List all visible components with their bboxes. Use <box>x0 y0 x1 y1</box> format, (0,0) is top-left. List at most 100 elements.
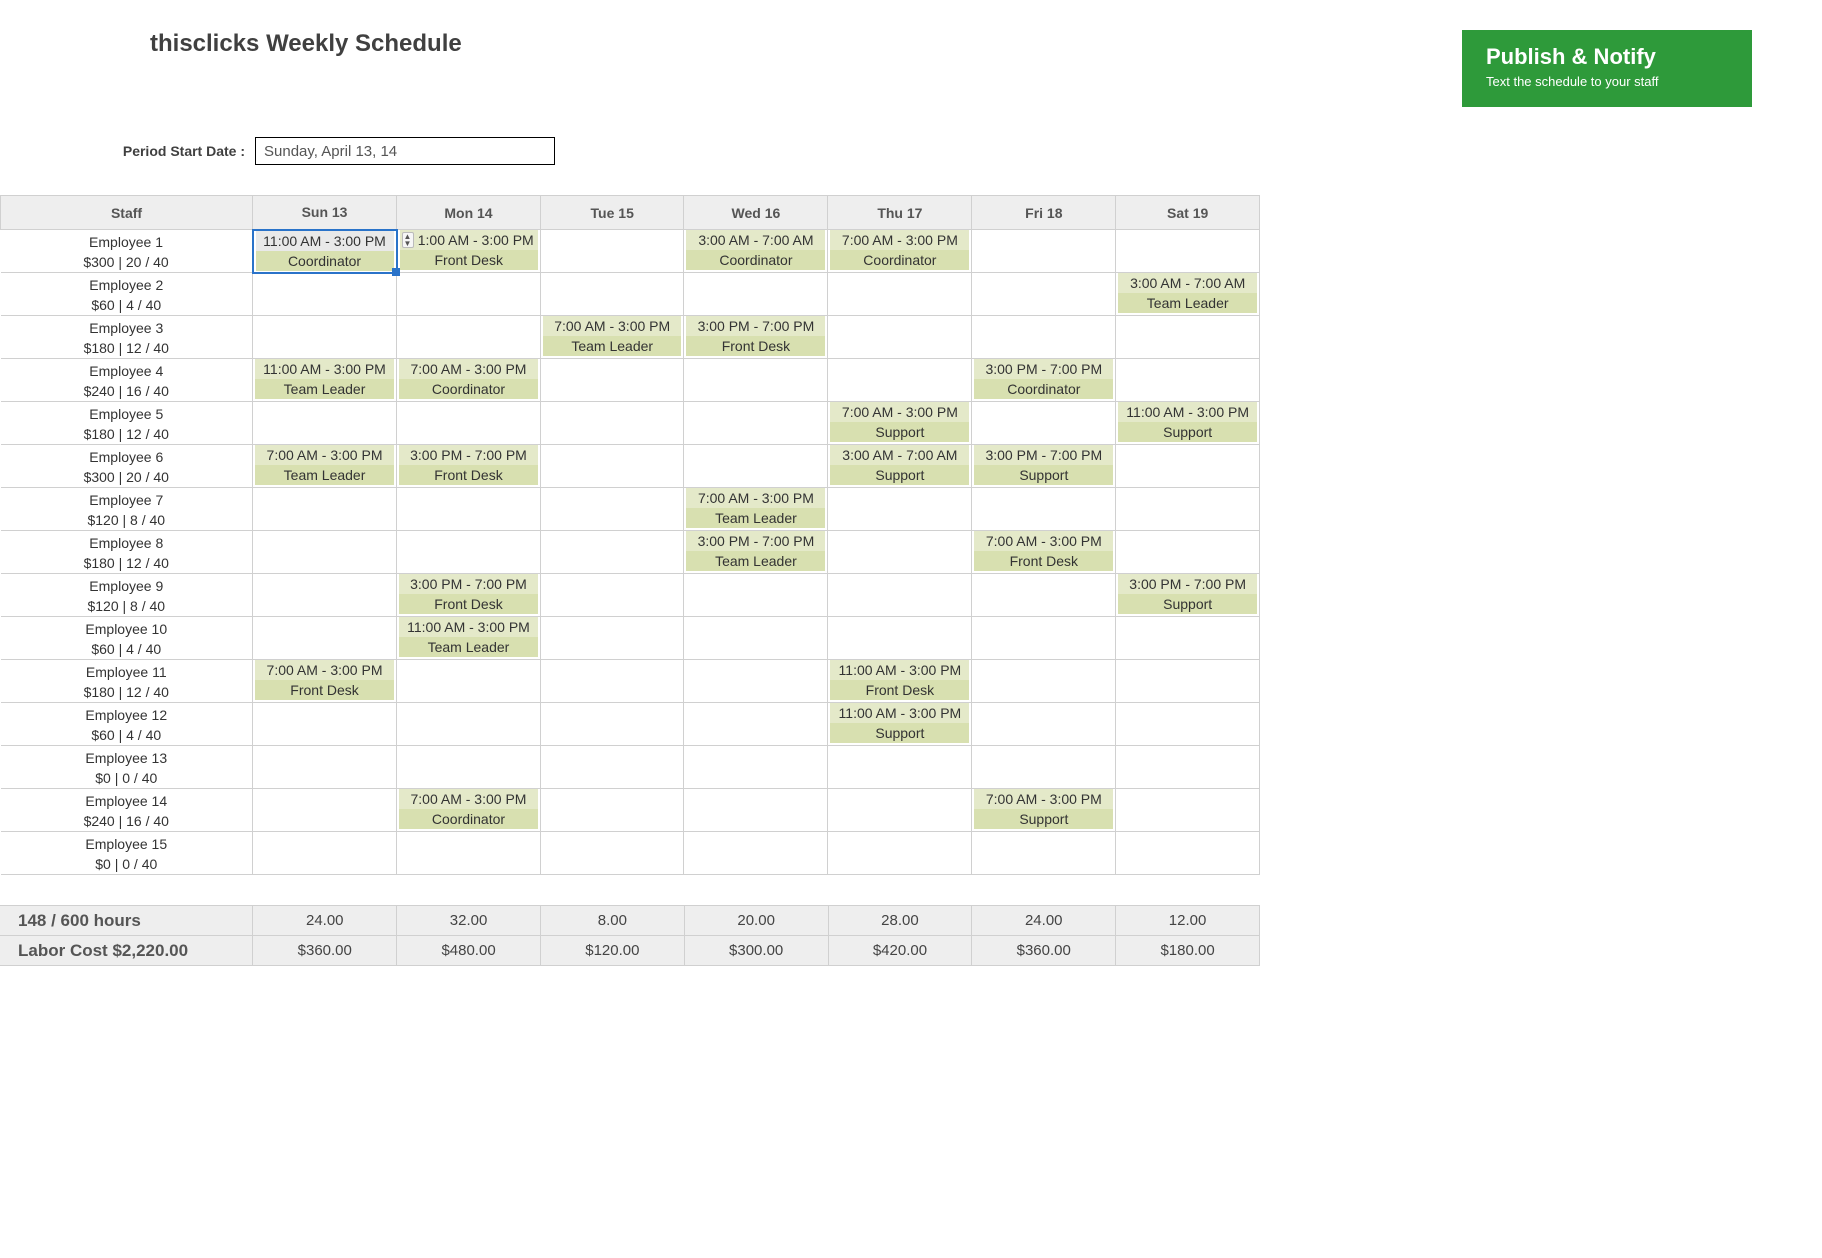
shift-cell-tue[interactable] <box>540 402 684 445</box>
shift-cell-thu[interactable] <box>828 832 972 875</box>
shift-cell-sat[interactable] <box>1116 617 1260 660</box>
shift-cell-mon[interactable] <box>397 273 541 316</box>
shift-cell-mon[interactable]: 3:00 PM - 7:00 PMFront Desk <box>397 574 541 617</box>
shift-cell-tue[interactable] <box>540 617 684 660</box>
stepper-icon[interactable] <box>402 232 414 248</box>
shift-cell-tue[interactable] <box>540 789 684 832</box>
shift-cell-sat[interactable] <box>1116 660 1260 703</box>
shift-cell-sun[interactable] <box>253 488 397 531</box>
shift-cell-tue[interactable] <box>540 660 684 703</box>
shift-cell-sat[interactable]: 3:00 PM - 7:00 PMSupport <box>1116 574 1260 617</box>
shift-cell-mon[interactable] <box>397 531 541 574</box>
shift-cell-tue[interactable] <box>540 574 684 617</box>
shift-cell-thu[interactable] <box>828 574 972 617</box>
shift-cell-sun[interactable] <box>253 402 397 445</box>
shift-cell-sat[interactable]: 11:00 AM - 3:00 PMSupport <box>1116 402 1260 445</box>
shift-cell-mon[interactable] <box>397 316 541 359</box>
shift-cell-tue[interactable] <box>540 445 684 488</box>
shift-cell-wed[interactable]: 3:00 PM - 7:00 PMFront Desk <box>684 316 828 359</box>
shift-cell-fri[interactable]: 3:00 PM - 7:00 PMCoordinator <box>972 359 1116 402</box>
shift-cell-fri[interactable] <box>972 832 1116 875</box>
shift-cell-wed[interactable] <box>684 617 828 660</box>
shift-cell-wed[interactable] <box>684 746 828 789</box>
shift-cell-sat[interactable]: 3:00 AM - 7:00 AMTeam Leader <box>1116 273 1260 316</box>
shift-cell-fri[interactable] <box>972 703 1116 746</box>
shift-cell-mon[interactable] <box>397 660 541 703</box>
shift-cell-wed[interactable] <box>684 832 828 875</box>
shift-cell-thu[interactable]: 7:00 AM - 3:00 PMSupport <box>828 402 972 445</box>
shift-cell-sat[interactable] <box>1116 746 1260 789</box>
shift-cell-fri[interactable] <box>972 617 1116 660</box>
shift-cell-thu[interactable]: 3:00 AM - 7:00 AMSupport <box>828 445 972 488</box>
shift-cell-fri[interactable] <box>972 230 1116 273</box>
shift-cell-tue[interactable] <box>540 359 684 402</box>
shift-cell-mon[interactable] <box>397 832 541 875</box>
shift-cell-mon[interactable] <box>397 402 541 445</box>
shift-cell-sun[interactable]: 11:00 AM - 3:00 PMCoordinator <box>253 230 397 273</box>
shift-cell-sat[interactable] <box>1116 488 1260 531</box>
shift-cell-sun[interactable] <box>253 531 397 574</box>
shift-cell-mon[interactable]: 7:00 AM - 3:00 PMCoordinator <box>397 789 541 832</box>
shift-cell-thu[interactable] <box>828 746 972 789</box>
shift-cell-fri[interactable] <box>972 273 1116 316</box>
shift-cell-fri[interactable]: 7:00 AM - 3:00 PMSupport <box>972 789 1116 832</box>
shift-cell-wed[interactable] <box>684 789 828 832</box>
shift-cell-sun[interactable] <box>253 832 397 875</box>
shift-cell-sun[interactable] <box>253 789 397 832</box>
shift-cell-wed[interactable]: 3:00 PM - 7:00 PMTeam Leader <box>684 531 828 574</box>
shift-cell-sat[interactable] <box>1116 316 1260 359</box>
shift-cell-tue[interactable] <box>540 531 684 574</box>
period-start-input[interactable] <box>255 137 555 165</box>
shift-cell-mon[interactable]: 1:00 AM - 3:00 PMFront Desk <box>397 230 541 273</box>
shift-cell-sun[interactable] <box>253 316 397 359</box>
shift-cell-mon[interactable] <box>397 488 541 531</box>
shift-cell-fri[interactable] <box>972 660 1116 703</box>
shift-cell-tue[interactable] <box>540 832 684 875</box>
shift-cell-fri[interactable] <box>972 316 1116 359</box>
shift-cell-mon[interactable] <box>397 746 541 789</box>
shift-cell-wed[interactable] <box>684 703 828 746</box>
shift-cell-wed[interactable]: 7:00 AM - 3:00 PMTeam Leader <box>684 488 828 531</box>
shift-cell-thu[interactable] <box>828 359 972 402</box>
shift-cell-wed[interactable] <box>684 660 828 703</box>
shift-cell-tue[interactable] <box>540 746 684 789</box>
shift-cell-sat[interactable] <box>1116 789 1260 832</box>
shift-cell-thu[interactable]: 7:00 AM - 3:00 PMCoordinator <box>828 230 972 273</box>
shift-cell-mon[interactable]: 7:00 AM - 3:00 PMCoordinator <box>397 359 541 402</box>
shift-cell-fri[interactable]: 7:00 AM - 3:00 PMFront Desk <box>972 531 1116 574</box>
shift-cell-thu[interactable] <box>828 273 972 316</box>
shift-cell-fri[interactable] <box>972 488 1116 531</box>
shift-cell-wed[interactable] <box>684 445 828 488</box>
shift-cell-wed[interactable] <box>684 359 828 402</box>
shift-cell-fri[interactable] <box>972 746 1116 789</box>
shift-cell-wed[interactable] <box>684 273 828 316</box>
shift-cell-thu[interactable] <box>828 488 972 531</box>
shift-cell-mon[interactable]: 3:00 PM - 7:00 PMFront Desk <box>397 445 541 488</box>
shift-cell-sat[interactable] <box>1116 832 1260 875</box>
shift-cell-fri[interactable] <box>972 402 1116 445</box>
shift-cell-wed[interactable] <box>684 402 828 445</box>
shift-cell-sat[interactable] <box>1116 359 1260 402</box>
shift-cell-sat[interactable] <box>1116 230 1260 273</box>
shift-cell-sun[interactable] <box>253 574 397 617</box>
shift-cell-wed[interactable] <box>684 574 828 617</box>
shift-cell-sun[interactable] <box>253 703 397 746</box>
shift-cell-mon[interactable] <box>397 703 541 746</box>
shift-cell-thu[interactable] <box>828 531 972 574</box>
shift-cell-thu[interactable] <box>828 617 972 660</box>
shift-cell-sun[interactable]: 11:00 AM - 3:00 PMTeam Leader <box>253 359 397 402</box>
shift-cell-sun[interactable] <box>253 617 397 660</box>
shift-cell-sat[interactable] <box>1116 703 1260 746</box>
shift-cell-sat[interactable] <box>1116 445 1260 488</box>
shift-cell-sun[interactable] <box>253 746 397 789</box>
publish-notify-box[interactable]: Publish & Notify Text the schedule to yo… <box>1462 30 1752 107</box>
shift-cell-sun[interactable] <box>253 273 397 316</box>
shift-cell-fri[interactable] <box>972 574 1116 617</box>
shift-cell-sat[interactable] <box>1116 531 1260 574</box>
shift-cell-tue[interactable] <box>540 703 684 746</box>
shift-cell-thu[interactable] <box>828 316 972 359</box>
shift-cell-tue[interactable] <box>540 273 684 316</box>
shift-cell-mon[interactable]: 11:00 AM - 3:00 PMTeam Leader <box>397 617 541 660</box>
shift-cell-tue[interactable] <box>540 488 684 531</box>
shift-cell-tue[interactable] <box>540 230 684 273</box>
